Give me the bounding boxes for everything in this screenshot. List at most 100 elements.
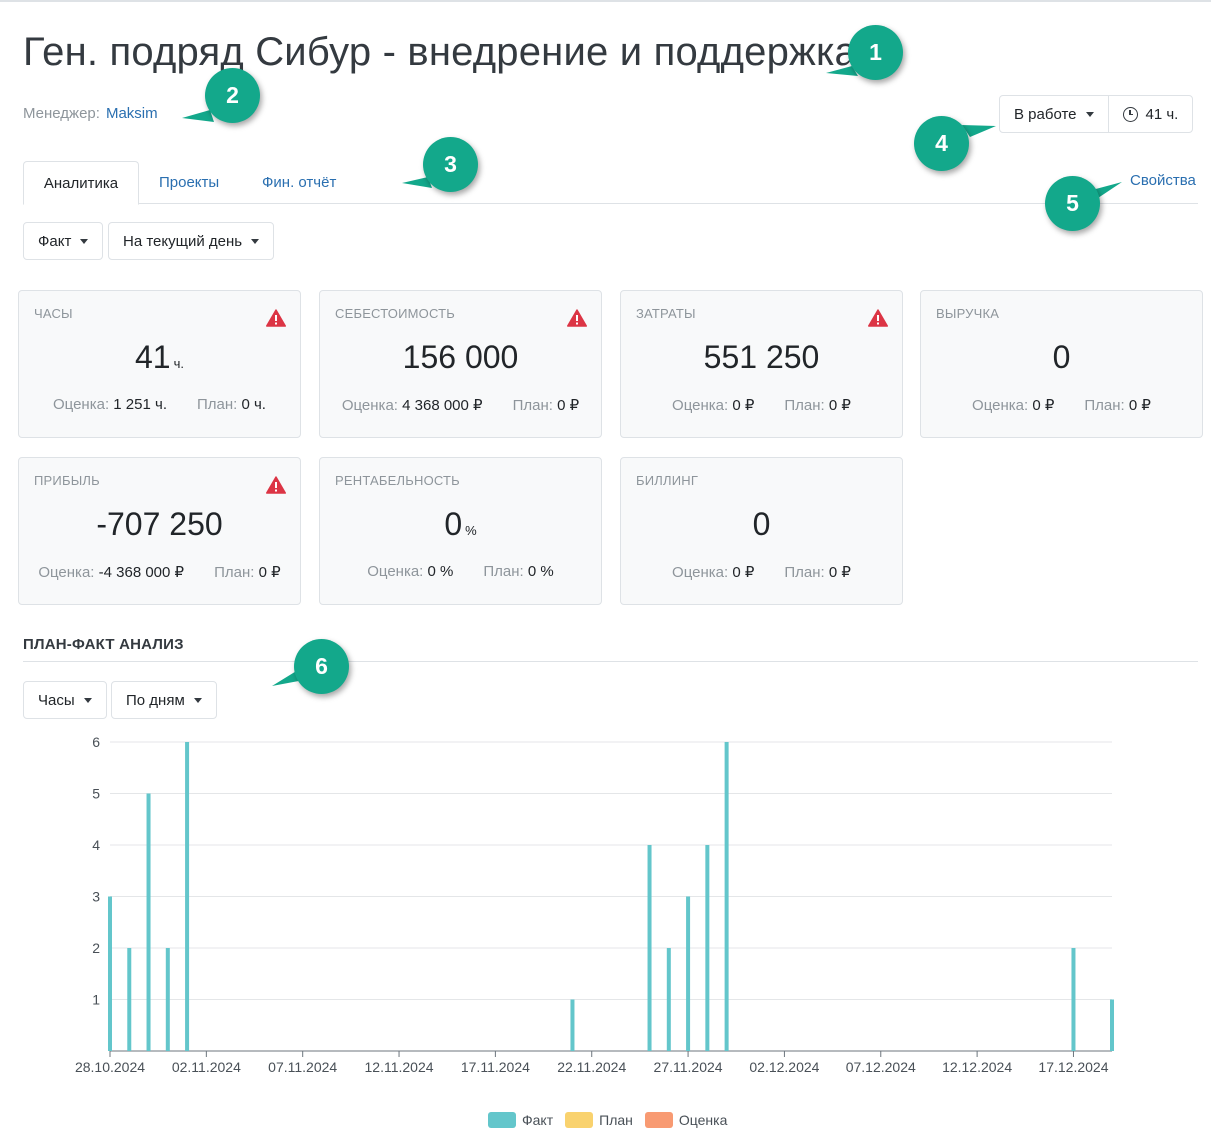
plan-value: 0 ч.	[241, 396, 266, 413]
status-button-group: В работе 41 ч.	[999, 95, 1194, 133]
plan-group: План: 0 ₽	[214, 563, 281, 581]
chart-bar	[1110, 999, 1114, 1051]
legend-swatch	[644, 1112, 673, 1128]
manager-label: Менеджер:	[23, 105, 100, 122]
estimate-group: Оценка: 0 ₽	[972, 396, 1054, 414]
manager-info: Менеджер: Maksim	[23, 105, 158, 122]
y-tick-label: 4	[92, 837, 100, 853]
plan-group: План: 0 %	[483, 563, 553, 580]
chart-bar	[570, 999, 575, 1051]
estimate-value: 1 251 ч.	[113, 396, 167, 413]
grouping-dropdown[interactable]: По дням	[111, 681, 217, 719]
metric-number: 551 250	[703, 339, 820, 375]
tab-projects[interactable]: Проекты	[159, 161, 219, 204]
plan-label: План:	[483, 563, 524, 580]
status-dropdown[interactable]: В работе	[1000, 96, 1108, 132]
metric-card-cost: СЕБЕСТОИМОСТЬ 156 000 Оценка: 4 368 000 ₽ П…	[319, 290, 602, 438]
section-divider	[23, 661, 1198, 662]
tab-analytics[interactable]: Аналитика	[23, 161, 139, 205]
x-tick-label: 28.10.2024	[75, 1059, 145, 1075]
metric-card-profitability: РЕНТАБЕЛЬНОСТЬ 0% Оценка: 0 % План: 0 %	[319, 457, 602, 605]
metric-dropdown[interactable]: Часы	[23, 681, 107, 719]
y-tick-label: 6	[92, 734, 100, 750]
estimate-label: Оценка:	[341, 397, 398, 414]
plan-label: План:	[784, 397, 825, 414]
estimate-label: Оценка:	[972, 397, 1029, 414]
plan-value: 0 %	[527, 563, 554, 580]
metric-card-billing: БИЛЛИНГ 0 Оценка: 0 ₽ План: 0 ₽	[620, 457, 903, 605]
metric-value: 551 250	[621, 339, 902, 376]
chart-bar	[705, 845, 710, 1051]
metric-label: БИЛЛИНГ	[636, 473, 699, 488]
y-tick-label: 2	[92, 940, 100, 956]
period-label: На текущий день	[123, 232, 243, 250]
clock-icon	[1122, 106, 1138, 122]
plan-value: 0 ₽	[258, 564, 281, 581]
metric-number: -707 250	[96, 506, 223, 542]
annotation-marker-6: 6	[294, 639, 349, 694]
metric-label: ВЫРУЧКА	[936, 306, 1000, 321]
tab-bar: Аналитика Проекты Фин. отчёт	[23, 161, 1198, 205]
metric-footer: Оценка: 1 251 ч. План: 0 ч.	[19, 396, 300, 413]
chart-bar	[647, 845, 652, 1051]
metric-unit: %	[465, 523, 477, 538]
legend-item[interactable]: Оценка	[644, 1112, 728, 1128]
estimate-label: Оценка:	[38, 564, 95, 581]
properties-link[interactable]: Свойства	[1130, 172, 1196, 189]
plan-label: План:	[214, 564, 255, 581]
estimate-value: 0 %	[427, 563, 454, 580]
x-tick-label: 27.11.2024	[654, 1059, 723, 1075]
mode-dropdown[interactable]: Факт	[23, 222, 104, 260]
page-title: Ген. подряд Сибур - внедрение и поддержк…	[23, 30, 858, 74]
legend-swatch	[565, 1112, 594, 1128]
estimate-label: Оценка:	[672, 397, 729, 414]
plan-group: План: 0 ₽	[784, 563, 851, 581]
period-dropdown[interactable]: На текущий день	[108, 222, 275, 260]
estimate-value: 0 ₽	[732, 397, 755, 414]
caret-down-icon	[193, 697, 202, 703]
annotation-marker-1: 1	[848, 25, 903, 80]
estimate-group: Оценка: 1 251 ч.	[53, 396, 167, 413]
plan-group: План: 0 ч.	[197, 396, 266, 413]
metric-footer: Оценка: 0 ₽ План: 0 ₽	[621, 396, 902, 414]
plan-label: План:	[1084, 397, 1125, 414]
x-tick-label: 12.11.2024	[365, 1059, 434, 1075]
hours-button[interactable]: 41 ч.	[1107, 96, 1193, 132]
chart-bar	[108, 896, 112, 1051]
estimate-group: Оценка: 0 ₽	[672, 563, 754, 581]
chart-bar	[724, 742, 729, 1051]
x-tick-label: 17.11.2024	[461, 1059, 530, 1075]
metric-value: 41 ч.	[19, 339, 300, 376]
metric-footer: Оценка: 4 368 000 ₽ План: 0 ₽	[320, 396, 601, 414]
plan-label: План:	[512, 397, 553, 414]
x-tick-label: 02.11.2024	[172, 1059, 241, 1075]
legend-label: План	[599, 1112, 633, 1128]
legend-item[interactable]: Факт	[488, 1112, 553, 1128]
plan-group: План: 0 ₽	[784, 396, 851, 414]
metric-number: 41	[135, 339, 171, 375]
y-tick-label: 3	[92, 889, 100, 905]
metric-value: 0	[621, 506, 902, 543]
chart-bar	[1071, 948, 1076, 1051]
estimate-label: Оценка:	[672, 564, 729, 581]
metric-label: ЧАСЫ	[34, 306, 73, 321]
plan-fact-chart: 1 2 3 4 5 6 28.10.2024 02.11.2024 07.11.2024 12.1…	[75, 734, 1114, 1075]
estimate-value: 0 ₽	[732, 564, 755, 581]
metric-footer: Оценка: 0 % План: 0 %	[320, 563, 601, 580]
metric-footer: Оценка: 0 ₽ План: 0 ₽	[621, 563, 902, 581]
chart-legend: Факт План Оценка	[488, 1112, 727, 1128]
x-tick-label: 07.11.2024	[268, 1059, 337, 1075]
x-tick-label: 17.12.2024	[1038, 1059, 1108, 1075]
tab-fin-report[interactable]: Фин. отчёт	[262, 161, 336, 204]
legend-label: Оценка	[678, 1112, 728, 1128]
chart-bar	[666, 948, 671, 1051]
annotation-marker-5: 5	[1045, 176, 1100, 231]
chart-bar	[686, 896, 691, 1051]
caret-down-icon	[80, 238, 89, 244]
legend-item[interactable]: План	[565, 1112, 633, 1128]
metric-footer: Оценка: -4 368 000 ₽ План: 0 ₽	[19, 563, 300, 581]
top-border	[0, 0, 1211, 2]
plan-value: 0 ₽	[828, 397, 851, 414]
legend-swatch	[488, 1112, 516, 1128]
manager-link[interactable]: Maksim	[106, 105, 158, 122]
